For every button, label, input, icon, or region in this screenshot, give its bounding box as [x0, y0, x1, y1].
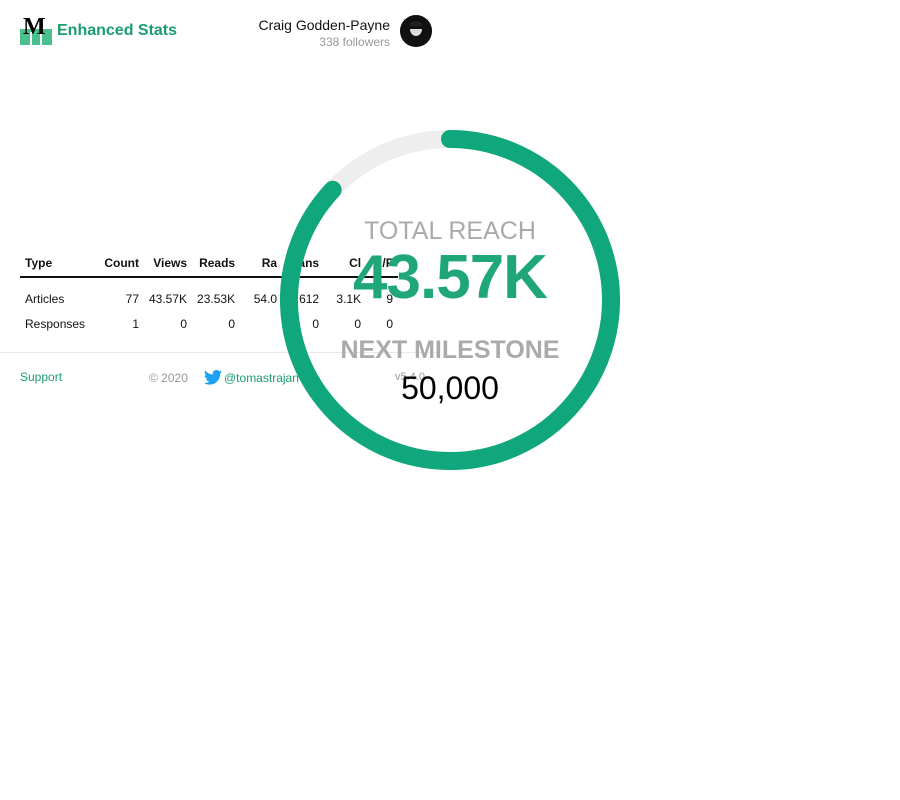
row-type: Responses [25, 316, 86, 331]
followers-count: 338 followers [319, 35, 390, 49]
medium-logo-icon: M [20, 14, 52, 45]
row-reads: 23.53K [197, 291, 236, 306]
next-milestone-label: NEXT MILESTONE [340, 336, 560, 364]
col-type[interactable]: Type [20, 252, 98, 278]
row-type: Articles [25, 291, 65, 306]
copyright: © 2020 [149, 371, 188, 385]
col-count[interactable]: Count [98, 252, 144, 278]
row-count: 1 [132, 316, 139, 331]
twitter-icon [204, 370, 222, 385]
row-ratio: 54.0 [253, 291, 278, 306]
total-reach-value: 43.57K [353, 243, 548, 312]
row-reads: 0 [228, 316, 236, 331]
support-link[interactable]: Support [20, 370, 62, 384]
col-views[interactable]: Views [144, 252, 193, 278]
avatar[interactable] [400, 15, 432, 47]
col-ratio[interactable]: Ra [240, 252, 283, 278]
row-views: 0 [180, 316, 188, 331]
app-title: Enhanced Stats [57, 22, 178, 39]
user-profile[interactable]: Craig Godden-Payne 338 followers [200, 15, 432, 51]
next-milestone-value: 50,000 [401, 370, 499, 406]
brand-logo[interactable]: M Enhanced Stats [20, 14, 178, 45]
col-reads[interactable]: Reads [192, 252, 241, 278]
row-views: 43.57K [149, 291, 188, 306]
row-ratio [240, 311, 282, 336]
row-count: 77 [125, 291, 139, 306]
user-name: Craig Godden-Payne [258, 17, 390, 33]
